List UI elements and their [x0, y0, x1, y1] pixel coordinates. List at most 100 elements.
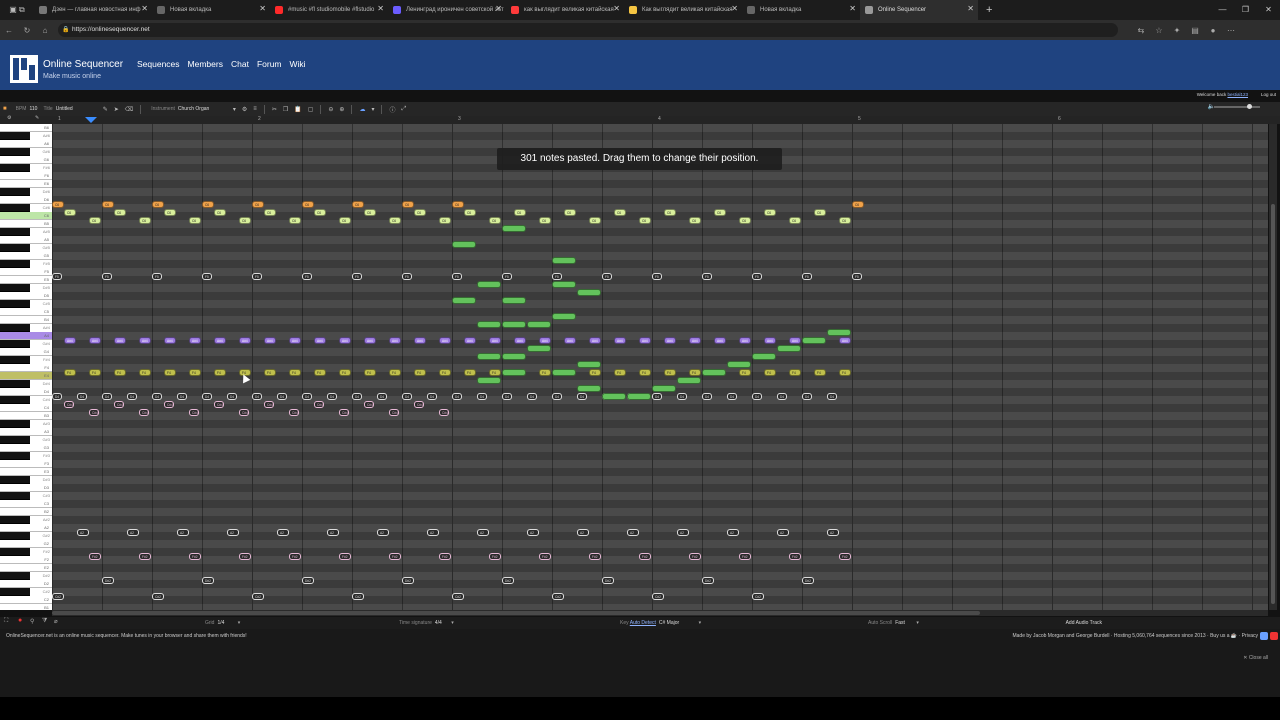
tab-close-icon[interactable]: ✕ — [141, 4, 148, 13]
title-input[interactable]: Untitled — [56, 106, 100, 112]
note-block[interactable]: C#4 — [264, 401, 274, 408]
note-block[interactable]: D4 — [702, 393, 712, 400]
note-block[interactable]: F#2 — [789, 553, 801, 560]
note-block[interactable]: C6 — [252, 201, 264, 208]
note-block[interactable]: A#4 — [439, 337, 451, 344]
note-block[interactable]: C6 — [714, 209, 726, 216]
note-block[interactable]: F4 — [364, 369, 376, 376]
note-block[interactable]: A#4 — [64, 337, 76, 344]
maximize-icon[interactable]: ❐ — [1234, 0, 1257, 20]
piano-key[interactable]: A3 — [0, 428, 52, 436]
note-block[interactable]: D4 — [677, 393, 687, 400]
note-block[interactable]: C#4 — [314, 401, 324, 408]
piano-key[interactable]: D#3 — [0, 476, 50, 484]
piano-key[interactable]: B6 — [0, 124, 52, 132]
piano-key[interactable]: E6 — [0, 180, 52, 188]
note-block[interactable]: D4 — [127, 393, 137, 400]
note-block[interactable]: C6 — [302, 201, 314, 208]
note-block[interactable]: F5 — [402, 273, 412, 280]
note-block[interactable]: C#4 — [89, 409, 99, 416]
note-block[interactable]: D4 — [327, 393, 337, 400]
note-block[interactable]: D4 — [177, 393, 187, 400]
note-block[interactable]: A2 — [127, 529, 139, 536]
note-block[interactable]: F4 — [639, 369, 651, 376]
note-block[interactable] — [752, 353, 776, 360]
note-block[interactable]: D#2 — [302, 577, 314, 584]
add-audio-track-button[interactable]: Add Audio Track — [1066, 620, 1102, 626]
note-block[interactable] — [502, 353, 526, 360]
playhead-marker[interactable] — [85, 117, 97, 123]
note-block[interactable]: A2 — [527, 529, 539, 536]
note-block[interactable]: C6 — [264, 209, 276, 216]
note-block[interactable]: A#4 — [739, 337, 751, 344]
settings-icon[interactable]: ⚙ — [7, 115, 11, 121]
note-block[interactable]: C6 — [202, 201, 214, 208]
zoom-out-icon[interactable]: ⊖ — [328, 106, 333, 113]
piano-key[interactable]: E3 — [0, 468, 52, 476]
metronome-icon[interactable]: ⚲ — [30, 618, 34, 625]
note-block[interactable]: D4 — [552, 393, 562, 400]
note-block[interactable]: F4 — [214, 369, 226, 376]
zoom-in-icon[interactable]: ⊕ — [339, 106, 344, 113]
close-icon[interactable]: ✕ — [1257, 0, 1280, 20]
piano-key[interactable]: G6 — [0, 156, 52, 164]
pencil-icon[interactable]: ✎ — [35, 115, 39, 121]
note-block[interactable]: A2 — [427, 529, 439, 536]
note-block[interactable] — [477, 281, 501, 288]
note-block[interactable]: C6 — [689, 217, 701, 224]
note-block[interactable]: F#2 — [689, 553, 701, 560]
note-block[interactable]: F5 — [502, 273, 512, 280]
piano-key[interactable]: F#6 — [0, 164, 50, 172]
piano-key[interactable]: C#2 — [0, 588, 50, 596]
note-block[interactable] — [577, 361, 601, 368]
note-block[interactable]: D#2 — [502, 577, 514, 584]
nav-forum[interactable]: Forum — [257, 59, 282, 69]
note-block[interactable] — [577, 385, 601, 392]
note-block[interactable]: D4 — [152, 393, 162, 400]
note-block[interactable]: C6 — [239, 217, 251, 224]
note-block[interactable]: F#2 — [839, 553, 851, 560]
note-block[interactable]: C6 — [839, 217, 851, 224]
note-block[interactable]: D4 — [452, 393, 462, 400]
note-block[interactable]: F#2 — [239, 553, 251, 560]
note-block[interactable] — [802, 337, 826, 344]
copy-icon[interactable]: ❐ — [283, 106, 288, 113]
tab-close-icon[interactable]: ✕ — [377, 4, 384, 13]
note-block[interactable]: C6 — [214, 209, 226, 216]
note-block[interactable]: A#4 — [89, 337, 101, 344]
piano-key[interactable]: G#2 — [0, 532, 50, 540]
note-block[interactable]: F5 — [552, 273, 562, 280]
browser-tab[interactable]: Новая вкладка ✕ — [152, 0, 270, 20]
piano-key[interactable]: A4 — [0, 332, 52, 340]
piano-key[interactable]: A5 — [0, 236, 52, 244]
browser-tab[interactable]: #music #fl studiomobile #flstudio ✕ — [270, 0, 388, 20]
note-block[interactable]: A2 — [77, 529, 89, 536]
piano-key[interactable]: B5 — [0, 220, 52, 228]
note-block[interactable]: C6 — [402, 201, 414, 208]
note-block[interactable]: D4 — [427, 393, 437, 400]
note-block[interactable]: A#4 — [139, 337, 151, 344]
note-block[interactable] — [477, 321, 501, 328]
note-block[interactable]: A#4 — [164, 337, 176, 344]
note-block[interactable]: C6 — [564, 209, 576, 216]
piano-key[interactable]: D5 — [0, 292, 52, 300]
tab-close-icon[interactable]: ✕ — [967, 4, 974, 13]
piano-key[interactable]: E5 — [0, 276, 52, 284]
note-block[interactable]: F4 — [789, 369, 801, 376]
note-block[interactable]: F5 — [152, 273, 162, 280]
site-logo[interactable] — [10, 55, 38, 83]
note-block[interactable] — [552, 313, 576, 320]
note-block[interactable]: D4 — [352, 393, 362, 400]
paste-icon[interactable]: 📋 — [294, 106, 301, 113]
translate-icon[interactable]: ⇆ — [1132, 26, 1150, 35]
note-block[interactable]: F5 — [302, 273, 312, 280]
note-block[interactable]: A#4 — [639, 337, 651, 344]
username-link[interactable]: bestial123 — [1227, 92, 1248, 97]
note-block[interactable]: D4 — [102, 393, 112, 400]
pencil-icon[interactable]: ✎ — [103, 106, 108, 113]
piano-key[interactable]: A#5 — [0, 228, 50, 236]
note-block[interactable]: F5 — [452, 273, 462, 280]
note-block[interactable]: A#4 — [239, 337, 251, 344]
piano-key[interactable]: D#2 — [0, 572, 50, 580]
note-block[interactable]: C6 — [814, 209, 826, 216]
